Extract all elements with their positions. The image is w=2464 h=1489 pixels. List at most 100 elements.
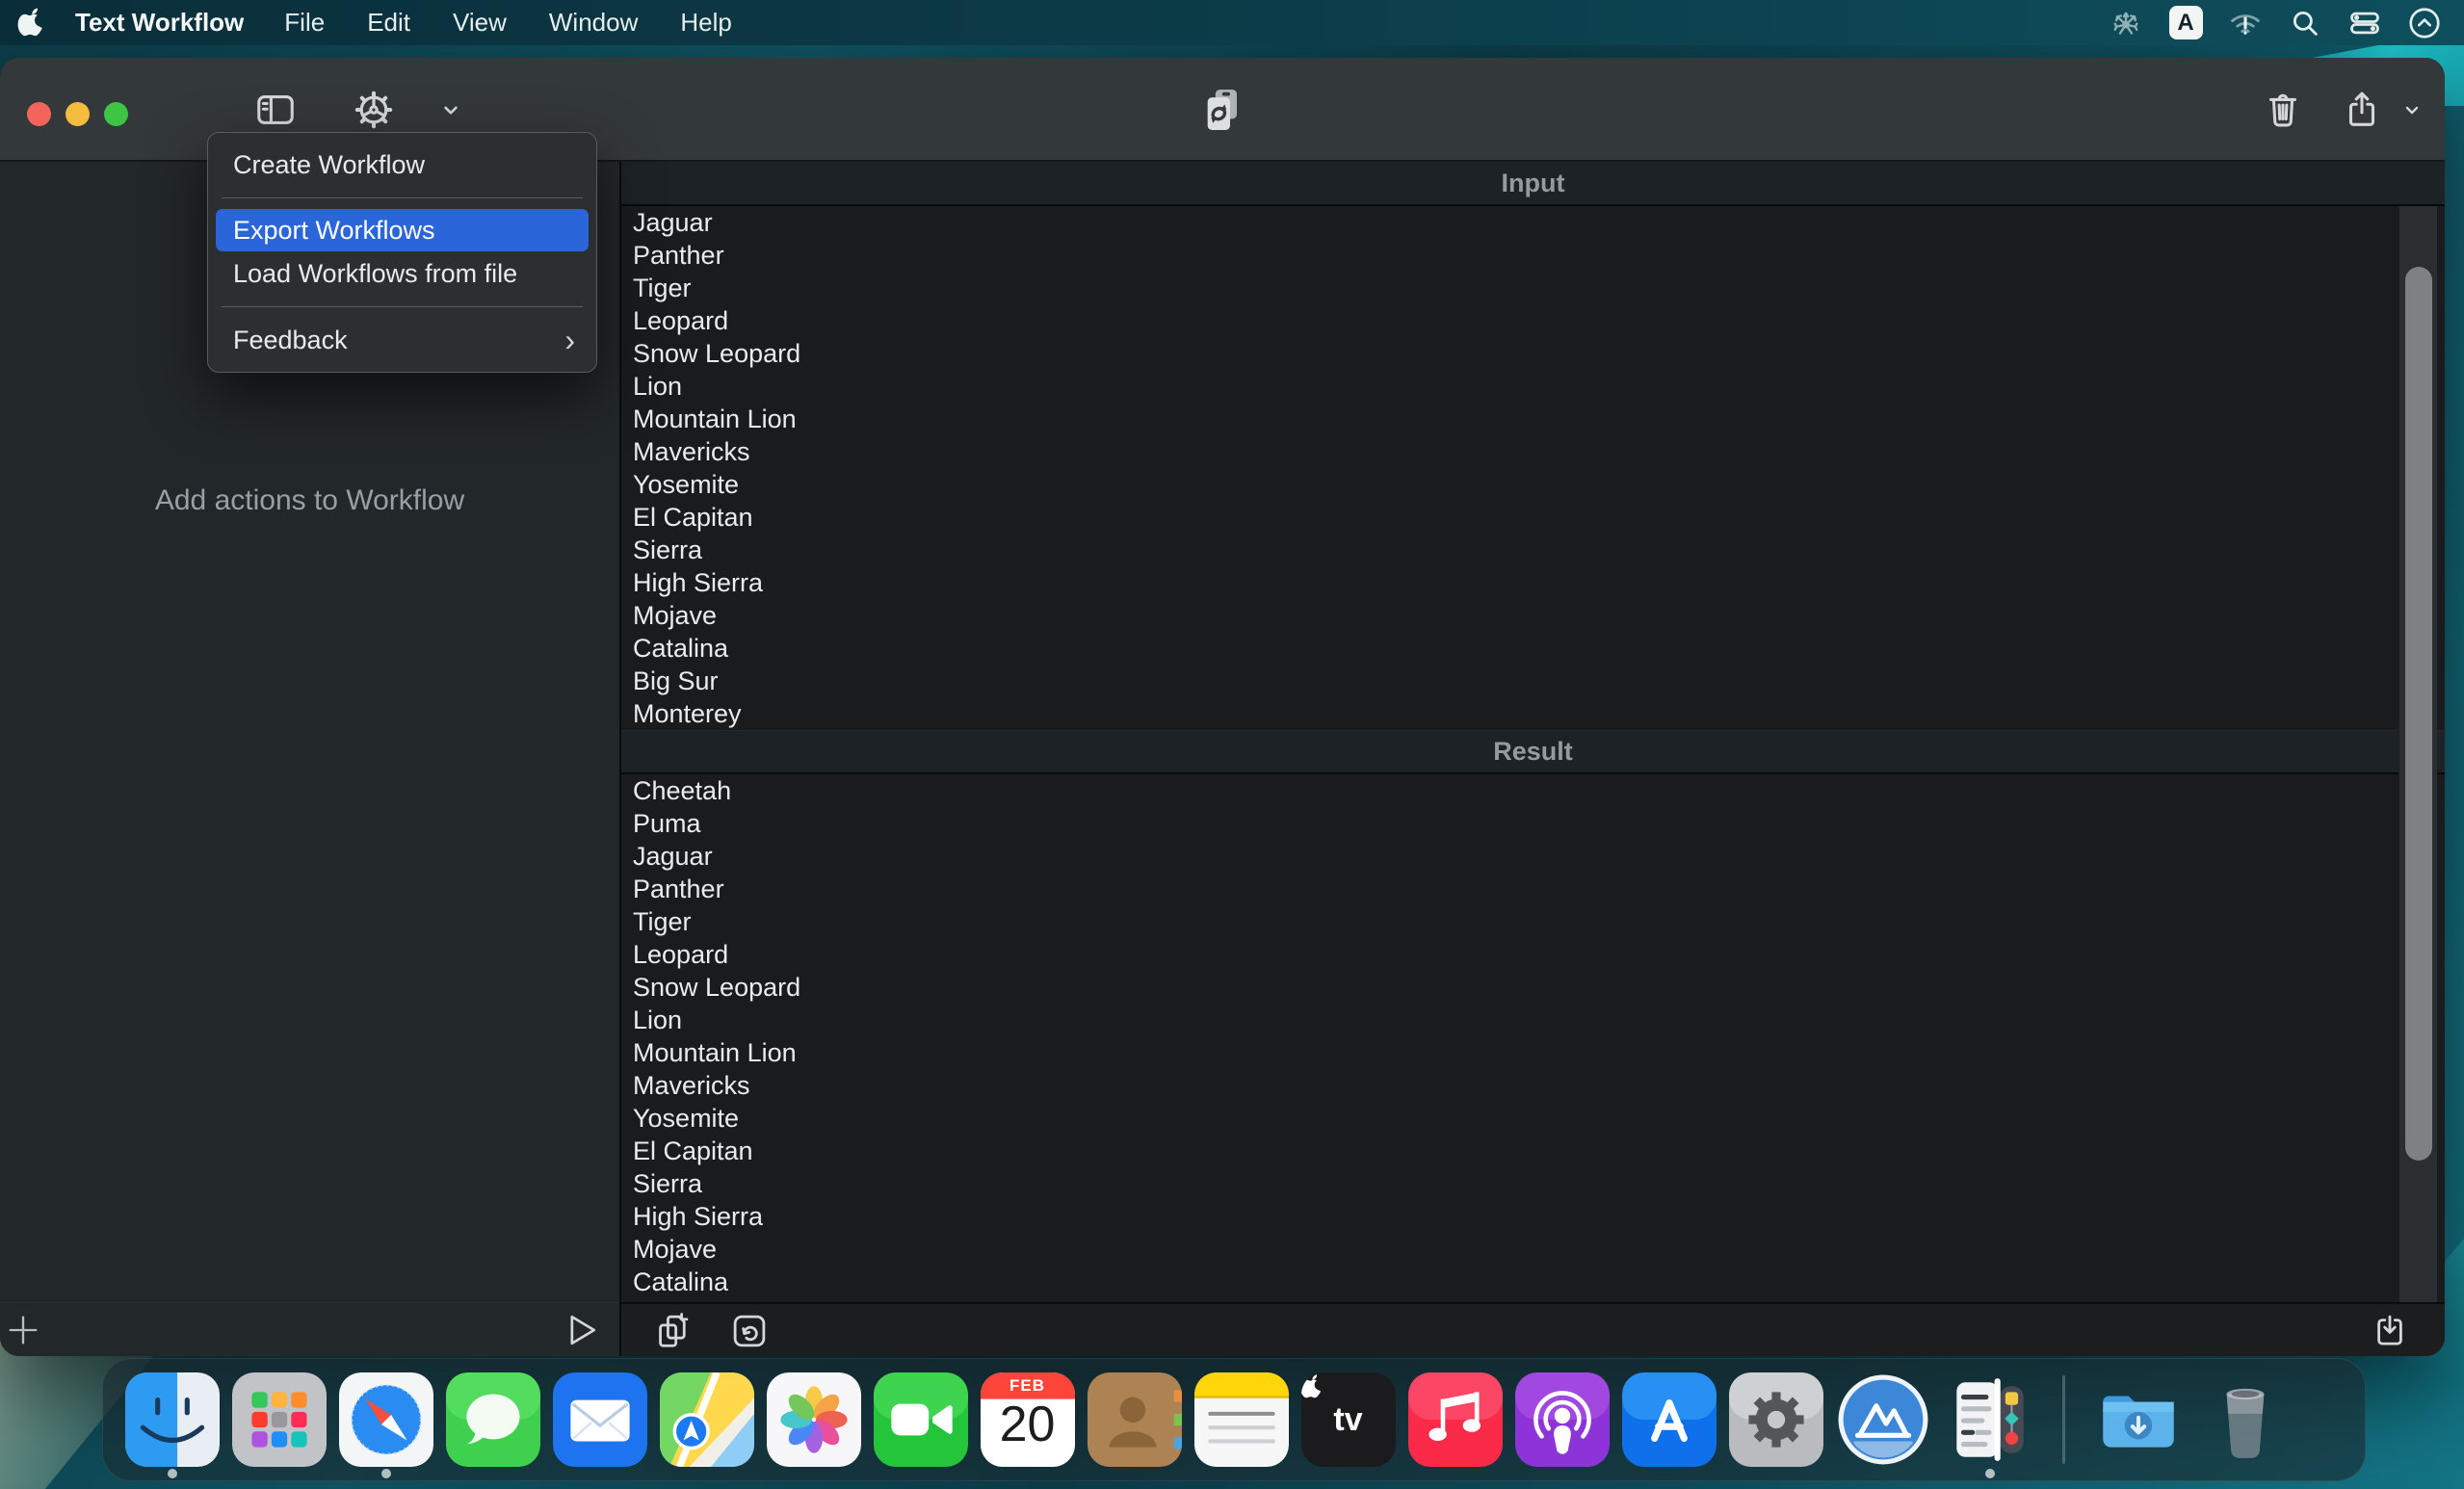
dock-item-appstore[interactable] xyxy=(1615,1358,1722,1481)
launchpad-icon xyxy=(231,1372,327,1467)
list-item: Sierra xyxy=(633,536,703,564)
menu-item[interactable]: Create Workflow › xyxy=(208,143,596,187)
drweb-icon[interactable] xyxy=(2108,5,2144,41)
list-item: Lion xyxy=(633,372,683,401)
repeat-icon xyxy=(733,1315,766,1347)
dock-item-notes[interactable] xyxy=(1188,1358,1295,1481)
copy-result-button[interactable] xyxy=(652,1311,693,1351)
list-item: Mojave xyxy=(633,1235,718,1264)
list-item: Sierra xyxy=(633,1169,703,1198)
io-panel: Input Jaguar Panther Tiger Leopard Snow Leop… xyxy=(621,162,2445,1356)
menu-bar-item[interactable]: Help xyxy=(659,8,752,38)
dock-item-launchpad[interactable] xyxy=(225,1358,332,1481)
music-icon xyxy=(1407,1372,1503,1467)
io-panel-footer xyxy=(621,1302,2445,1356)
menu-item[interactable]: Export Workflows › xyxy=(216,209,589,251)
input-source-indicator[interactable]: A xyxy=(2167,5,2204,41)
dock-item-calendar[interactable]: FEB 20 xyxy=(974,1358,1081,1481)
sync-pages-icon xyxy=(1194,58,1252,162)
trash-icon xyxy=(2269,93,2296,127)
dock-item-facetime[interactable] xyxy=(867,1358,974,1481)
apple-icon xyxy=(17,8,42,36)
menu-bar-item[interactable]: Edit xyxy=(346,8,432,38)
list-item: Catalina xyxy=(633,634,729,663)
dock-item-textworkflow[interactable] xyxy=(1936,1358,2043,1481)
dock-item-finder[interactable] xyxy=(118,1358,225,1481)
list-item: Mavericks xyxy=(633,437,750,466)
dock-item-safari[interactable] xyxy=(332,1358,439,1481)
share-button[interactable] xyxy=(2335,58,2389,162)
active-app-name[interactable]: Text Workflow xyxy=(75,8,244,38)
running-indicator xyxy=(380,1469,391,1478)
list-item: Leopard xyxy=(633,940,729,969)
input-section-header: Input xyxy=(621,162,2445,206)
apple-menu[interactable] xyxy=(0,8,62,39)
bartender-icon[interactable] xyxy=(2406,5,2443,41)
dock-item-appcleaner[interactable] xyxy=(1829,1358,1936,1481)
list-item: Mojave xyxy=(633,601,718,630)
zoom-button[interactable] xyxy=(104,102,128,126)
messages-icon xyxy=(445,1372,540,1467)
menu-bar-item[interactable]: Window xyxy=(528,8,659,38)
result-title: Result xyxy=(1493,737,1573,766)
menu-item[interactable]: Load Workflows from file › xyxy=(208,251,596,296)
dock-item-music[interactable] xyxy=(1402,1358,1508,1481)
delete-button[interactable] xyxy=(2256,58,2310,162)
notes-icon xyxy=(1193,1372,1289,1467)
dock-item-trash[interactable] xyxy=(2191,1358,2298,1481)
add-action-button[interactable] xyxy=(4,1311,42,1349)
menu-item[interactable]: Feedback › xyxy=(208,318,596,362)
dock-item-appletv[interactable]: tv xyxy=(1295,1358,1402,1481)
menu-bar-item[interactable]: File xyxy=(263,8,346,38)
list-item: Mountain Lion xyxy=(633,405,797,433)
list-item: Panther xyxy=(633,875,724,903)
list-item: Tiger xyxy=(633,907,692,936)
result-list[interactable]: Cheetah Puma Jaguar Panther Tiger Leopard Snow… xyxy=(621,774,2445,1302)
appletv-icon: tv xyxy=(1300,1372,1396,1467)
scrollbar-thumb[interactable] xyxy=(2405,267,2432,1161)
dock-item-contacts[interactable] xyxy=(1081,1358,1188,1481)
rerun-button[interactable] xyxy=(729,1311,770,1351)
share-chevron-icon[interactable] xyxy=(2393,58,2431,162)
list-item: High Sierra xyxy=(633,1202,764,1231)
spotlight-icon[interactable] xyxy=(2287,5,2323,41)
sidebar-icon xyxy=(257,95,294,124)
settings-icon xyxy=(1728,1372,1823,1467)
plus-icon xyxy=(9,1316,38,1345)
calendar-month: FEB xyxy=(1009,1376,1045,1395)
dock-item-maps[interactable] xyxy=(653,1358,760,1481)
run-workflow-button[interactable] xyxy=(560,1309,602,1351)
input-list[interactable]: Jaguar Panther Tiger Leopard Snow Leopard Lio… xyxy=(621,206,2445,730)
close-button[interactable] xyxy=(27,102,51,126)
dock-item-photos[interactable] xyxy=(760,1358,867,1481)
dock-item-downloads[interactable] xyxy=(2084,1358,2191,1481)
share-icon xyxy=(2348,91,2375,126)
wifi-alert-icon[interactable] xyxy=(2227,5,2264,41)
dock-item-messages[interactable] xyxy=(439,1358,546,1481)
submenu-chevron-icon: › xyxy=(564,323,575,357)
contacts-icon xyxy=(1087,1372,1182,1467)
result-section-header: Result xyxy=(621,730,2445,774)
maps-icon xyxy=(659,1372,754,1467)
list-item: Cheetah xyxy=(633,776,732,805)
list-item: Monterey xyxy=(633,699,742,728)
list-item: Mountain Lion xyxy=(633,1038,797,1067)
menu-item[interactable] xyxy=(222,197,583,198)
scrollbar-track[interactable] xyxy=(2398,206,2437,1302)
minimize-button[interactable] xyxy=(66,102,90,126)
running-indicator xyxy=(167,1469,177,1478)
list-item: High Sierra xyxy=(633,568,764,597)
appcleaner-icon xyxy=(1838,1374,1927,1465)
menu-bar-item[interactable]: View xyxy=(432,8,528,38)
list-item: Leopard xyxy=(633,306,729,335)
dock-item-podcasts[interactable] xyxy=(1508,1358,1615,1481)
dock-item-settings[interactable] xyxy=(1722,1358,1829,1481)
dock-item-mail[interactable] xyxy=(546,1358,653,1481)
save-result-button[interactable] xyxy=(2370,1311,2410,1351)
menu-item[interactable] xyxy=(222,306,583,307)
input-source-label: A xyxy=(2168,6,2203,39)
control-center-icon[interactable] xyxy=(2346,5,2383,41)
podcasts-icon xyxy=(1514,1372,1610,1467)
workflow-panel-footer xyxy=(0,1302,619,1356)
input-title: Input xyxy=(1501,168,1565,197)
